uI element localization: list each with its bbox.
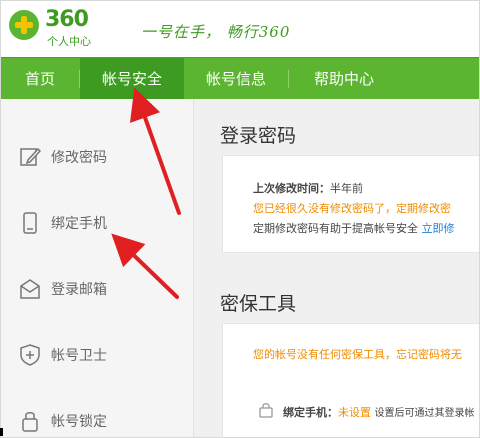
- phone-icon: [23, 212, 37, 234]
- section-title-security-tools: 密保工具: [220, 293, 297, 315]
- sidebar-item-label: 帐号卫士: [51, 348, 107, 364]
- brand-number: 360: [45, 7, 89, 32]
- section-title-login-password: 登录密码: [220, 125, 297, 147]
- page-frame: 360 个人中心 一号在手， 畅行360 首页 帐号安全 帐号信息 帮助中心 天…: [0, 0, 480, 438]
- logo-icon[interactable]: [9, 10, 39, 40]
- bind-phone-desc: 设置后可通过其登录帐: [374, 408, 475, 419]
- sidebar-item-label: 绑定手机: [51, 216, 107, 232]
- sidebar-item-account-guard[interactable]: 帐号卫士: [1, 333, 193, 377]
- cursor-mark: [0, 428, 3, 436]
- mail-icon: [20, 279, 40, 299]
- sidebar: 修改密码 绑定手机 登录邮箱 帐号卫士 帐号锁定: [1, 99, 194, 437]
- last-changed-value: 半年前: [330, 182, 363, 195]
- change-now-link[interactable]: 立即修: [422, 222, 455, 235]
- shield-plus-icon: [20, 344, 40, 366]
- edit-icon: [20, 147, 41, 166]
- sidebar-item-label: 修改密码: [51, 150, 107, 166]
- sidebar-item-bind-phone[interactable]: 绑定手机: [1, 201, 193, 245]
- bind-phone-row: 绑定手机：未设置 设置后可通过其登录帐: [283, 404, 475, 420]
- nav-item-account-security[interactable]: 帐号安全: [80, 58, 184, 100]
- security-warning: 您的帐号没有任何密保工具，忘记密码将无: [253, 348, 462, 361]
- bind-phone-label: 绑定手机：: [283, 406, 338, 419]
- password-tip: 定期修改密码有助于提高帐号安全: [253, 222, 418, 235]
- sidebar-item-account-lock[interactable]: 帐号锁定: [1, 399, 193, 437]
- brand-subtitle: 个人中心: [47, 35, 91, 48]
- last-changed-label: 上次修改时间：: [253, 182, 330, 195]
- password-warning: 您已经很久没有修改密码了，定期修改密: [253, 202, 451, 215]
- sidebar-item-login-email[interactable]: 登录邮箱: [1, 267, 193, 311]
- slogan: 一号在手， 畅行360: [141, 23, 291, 41]
- sidebar-item-label: 登录邮箱: [51, 282, 107, 298]
- main-content: 登录密码 上次修改时间：半年前 您已经很久没有修改密码了，定期修改密 定期修改密…: [194, 99, 479, 437]
- last-changed-row: 上次修改时间：半年前: [253, 180, 363, 196]
- bind-phone-status[interactable]: 未设置: [338, 406, 371, 419]
- nav-item-account-info[interactable]: 帐号信息: [184, 58, 288, 100]
- security-tools-panel: 您的帐号没有任何密保工具，忘记密码将无 绑定手机：未设置 设置后可通过其登录帐: [222, 323, 479, 437]
- sidebar-item-change-password[interactable]: 修改密码: [1, 135, 193, 179]
- password-tip-row: 定期修改密码有助于提高帐号安全 立即修: [253, 220, 455, 236]
- nav-item-home[interactable]: 首页: [1, 58, 79, 100]
- login-password-panel: 上次修改时间：半年前 您已经很久没有修改密码了，定期修改密 定期修改密码有助于提…: [222, 155, 479, 253]
- header: 360 个人中心 一号在手， 畅行360: [1, 1, 479, 57]
- main-nav: 首页 帐号安全 帐号信息 帮助中心 天空之城: [1, 57, 479, 149]
- lock-icon: [259, 403, 273, 418]
- sidebar-item-label: 帐号锁定: [51, 414, 107, 430]
- nav-item-help-center[interactable]: 帮助中心: [289, 58, 399, 100]
- lock-icon: [22, 412, 38, 432]
